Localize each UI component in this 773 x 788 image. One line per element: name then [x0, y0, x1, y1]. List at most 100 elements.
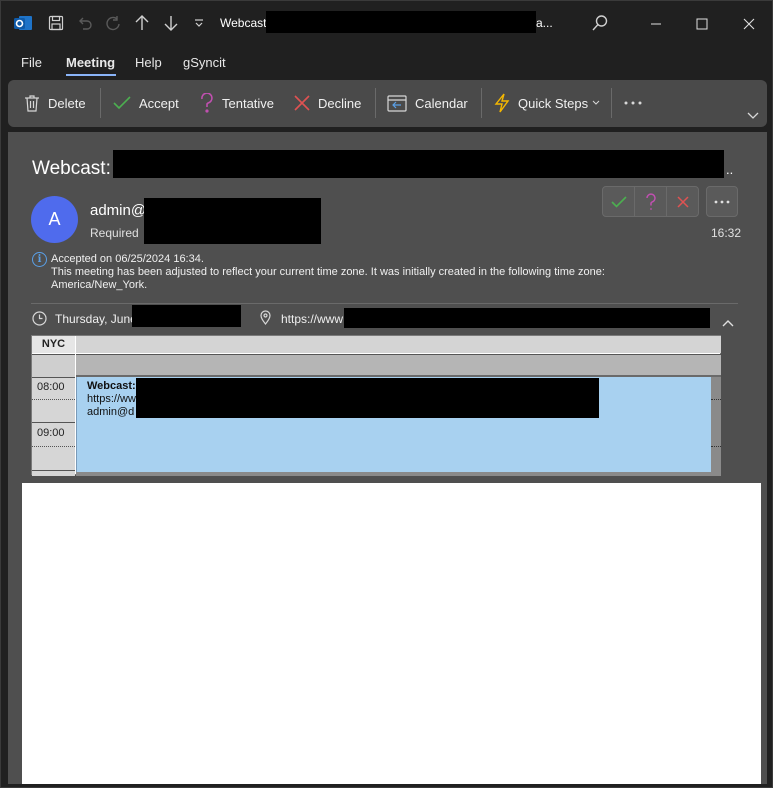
decline-x-icon	[676, 195, 689, 208]
delete-button[interactable]: Delete	[24, 90, 86, 116]
calendar-icon	[387, 95, 407, 112]
ribbon-separator	[611, 88, 612, 118]
time-gutter: 08:00 09:00	[32, 377, 75, 476]
meeting-location[interactable]: https://www	[281, 312, 343, 326]
accept-response-button[interactable]	[603, 187, 635, 216]
hour-line	[32, 377, 75, 378]
more-options-icon	[624, 101, 642, 105]
timezone-label: NYC	[32, 336, 75, 353]
hour-label: 09:00	[37, 427, 65, 439]
info-icon: i	[32, 252, 47, 267]
half-hour-line	[711, 399, 721, 400]
minimize-icon	[651, 23, 661, 24]
more-options-icon	[714, 200, 730, 203]
hour-label: 08:00	[37, 381, 65, 393]
decline-x-icon	[294, 95, 310, 111]
customize-toolbar-icon[interactable]	[188, 12, 210, 34]
reading-pane: Webcast: .. A admin@ Required 16:32 i Ac…	[8, 132, 767, 784]
title-bar: Webcast a...	[1, 1, 772, 46]
question-mark-icon	[201, 93, 213, 113]
question-mark-icon	[645, 192, 656, 210]
tab-help[interactable]: Help	[135, 55, 162, 70]
info-line: This meeting has been adjusted to reflec…	[51, 266, 605, 278]
quick-steps-label: Quick Steps	[518, 95, 589, 111]
active-tab-indicator	[66, 74, 116, 76]
redacted-block	[344, 308, 710, 328]
avatar[interactable]: A	[31, 196, 78, 243]
lightning-icon	[494, 93, 510, 113]
calendar-preview: NYC 08:00 09:00 Webcast: https://ww admi…	[31, 335, 721, 476]
redacted-block	[113, 150, 724, 178]
trash-icon	[25, 95, 39, 112]
half-hour-line	[32, 399, 75, 400]
location-pin-icon	[260, 310, 271, 328]
outlook-window: Webcast a... File Meeting Help gSyncit D…	[0, 0, 773, 788]
ribbon-separator	[481, 88, 482, 118]
event-title: Webcast:	[87, 380, 136, 392]
menu-bar: File Meeting Help gSyncit	[1, 47, 772, 77]
chevron-down-icon	[592, 100, 600, 105]
undo-icon[interactable]	[74, 12, 96, 34]
window-title: Webcast	[220, 16, 267, 30]
divider	[31, 303, 738, 304]
calendar-button[interactable]: Calendar	[387, 90, 468, 116]
tab-meeting[interactable]: Meeting	[66, 55, 115, 70]
checkmark-icon	[113, 96, 131, 110]
received-time: 16:32	[711, 226, 742, 240]
decline-label: Decline	[318, 95, 362, 111]
redacted-block	[136, 378, 599, 418]
next-item-icon[interactable]	[160, 12, 182, 34]
accept-button[interactable]: Accept	[113, 90, 179, 116]
expand-ribbon-icon[interactable]	[747, 108, 759, 123]
tab-gsyncit[interactable]: gSyncit	[183, 55, 226, 70]
all-day-gutter	[32, 354, 75, 377]
tab-file[interactable]: File	[21, 55, 42, 70]
checkmark-icon	[610, 195, 627, 208]
window-title-suffix: a...	[536, 16, 553, 30]
hour-line	[32, 422, 75, 423]
accept-label: Accept	[139, 95, 179, 111]
subject-suffix: ..	[726, 162, 734, 177]
tentative-label: Tentative	[222, 95, 275, 111]
sender-name[interactable]: admin@	[90, 202, 146, 219]
redo-icon[interactable]	[102, 12, 124, 34]
minimize-button[interactable]	[633, 1, 679, 46]
previous-item-icon[interactable]	[131, 12, 153, 34]
response-button-group	[602, 186, 699, 217]
info-message: Accepted on 06/25/2024 16:34. This meeti…	[51, 253, 661, 292]
decline-button[interactable]: Decline	[294, 90, 361, 116]
more-actions-button[interactable]	[706, 186, 738, 217]
quick-steps-button[interactable]: Quick Steps	[494, 90, 600, 116]
collapse-icon[interactable]	[722, 315, 734, 330]
attendance-status: Required	[90, 226, 139, 240]
message-body[interactable]	[22, 483, 761, 784]
close-button[interactable]	[726, 1, 772, 46]
ribbon-separator	[375, 88, 376, 118]
event-organizer: admin@d	[87, 406, 135, 418]
maximize-button[interactable]	[679, 1, 725, 46]
more-commands-button[interactable]	[623, 90, 643, 116]
meeting-date: Thursday, June	[55, 312, 137, 326]
delete-label: Delete	[48, 95, 86, 111]
info-line: America/New_York.	[51, 279, 148, 291]
close-icon	[743, 18, 755, 29]
day-header	[76, 336, 721, 353]
outlook-logo-icon	[12, 12, 34, 34]
clock-icon	[32, 311, 47, 329]
info-line: Accepted on 06/25/2024 16:34.	[51, 253, 204, 265]
half-hour-line	[711, 446, 721, 447]
calendar-label: Calendar	[415, 95, 468, 111]
save-icon[interactable]	[45, 12, 67, 34]
tentative-button[interactable]: Tentative	[200, 90, 274, 116]
ribbon-separator	[100, 88, 101, 118]
tentative-response-button[interactable]	[635, 187, 667, 216]
search-icon[interactable]	[589, 12, 611, 34]
redacted-block	[144, 198, 321, 244]
ribbon: Delete Accept Tentative Decline Calendar…	[8, 80, 767, 127]
event-location: https://ww	[87, 393, 136, 405]
decline-response-button[interactable]	[667, 187, 698, 216]
redacted-block	[266, 11, 536, 33]
meeting-subject: Webcast:	[32, 158, 111, 179]
maximize-icon	[696, 18, 708, 29]
calendar-event[interactable]: Webcast: https://ww admin@d	[76, 377, 711, 472]
